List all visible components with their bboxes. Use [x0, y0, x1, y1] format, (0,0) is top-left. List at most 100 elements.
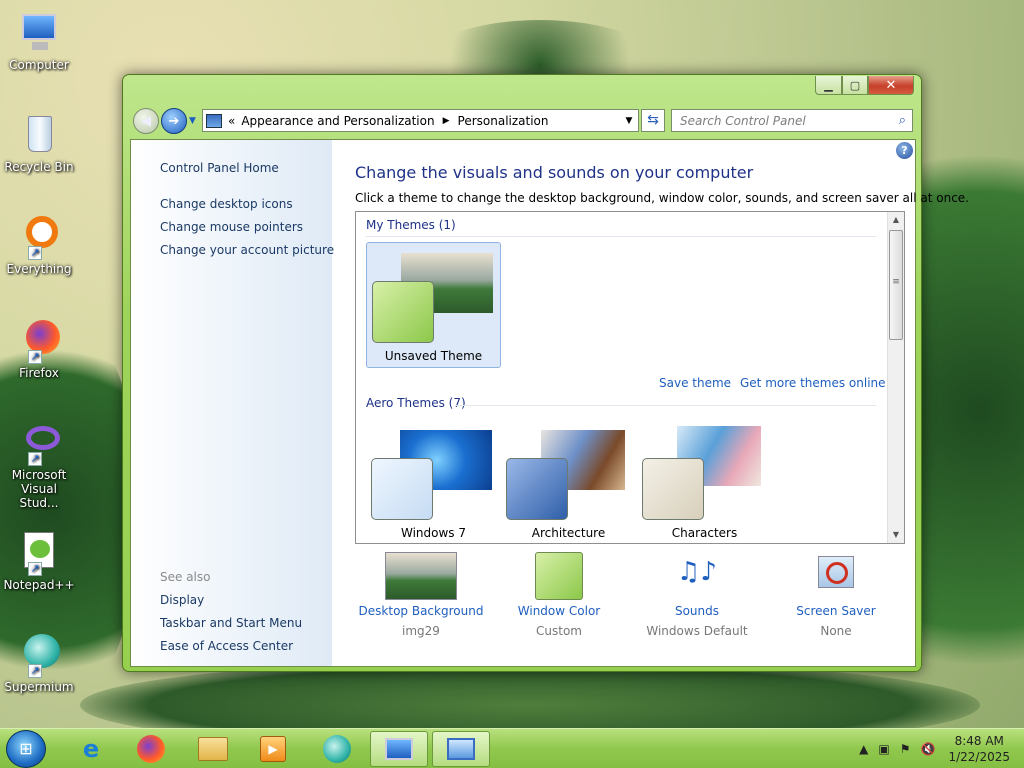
recent-pages-dropdown[interactable]: ▼ — [189, 116, 196, 126]
address-chevron[interactable]: « — [228, 114, 235, 128]
desktop-icon-label: Recycle Bin — [4, 160, 74, 174]
sidebar-ease-of-access[interactable]: Ease of Access Center — [160, 639, 293, 653]
monitor-icon — [385, 738, 413, 760]
screen-saver-icon — [812, 552, 860, 600]
search-placeholder: Search Control Panel — [680, 114, 806, 128]
help-icon[interactable]: ? — [896, 142, 913, 159]
clock-date: 1/22/2025 — [948, 750, 1010, 764]
volume-muted-icon[interactable]: 🔇 — [921, 742, 936, 756]
taskbar-supermium[interactable] — [308, 731, 366, 767]
address-bar[interactable]: « Appearance and Personalization ▶ Perso… — [202, 109, 639, 132]
group-divider — [456, 405, 876, 406]
breadcrumb-appearance[interactable]: Appearance and Personalization — [241, 114, 434, 128]
clock[interactable]: 8:48 AM 1/22/2025 — [948, 733, 1010, 765]
minimize-button[interactable]: ▁ — [815, 76, 842, 95]
action-center-flag-icon[interactable]: ⚑ — [900, 742, 911, 756]
desktop-icon-everything[interactable]: ↗ Everything — [1, 214, 77, 276]
theme-name: Windows 7 — [400, 526, 466, 540]
desktop-icon-supermium[interactable]: ↗ Supermium — [1, 632, 77, 694]
theme-color-swatch — [642, 458, 704, 520]
system-tray: ▲ ▣ ⚑ 🔇 8:48 AM 1/22/2025 — [854, 729, 1024, 768]
maximize-button[interactable]: ▢ — [842, 76, 868, 95]
desktop-icon-computer[interactable]: Computer — [1, 10, 77, 72]
shortcut-arrow-icon: ↗ — [28, 350, 42, 364]
desktop-background-setting[interactable]: Desktop Background img29 — [351, 552, 491, 638]
theme-windows-7[interactable]: Windows 7 — [366, 418, 501, 543]
theme-characters[interactable]: Characters — [637, 418, 772, 543]
window-color-setting[interactable]: Window Color Custom — [489, 552, 629, 638]
taskbar-control-panel[interactable] — [432, 731, 490, 767]
desktop-icon-label: Supermium — [4, 680, 74, 694]
screen-saver-setting[interactable]: Screen Saver None — [766, 552, 906, 638]
theme-architecture[interactable]: Architecture — [501, 418, 636, 543]
my-themes-label: My Themes (1) — [366, 218, 456, 232]
theme-name: Architecture — [531, 526, 606, 540]
scroll-up-icon[interactable]: ▲ — [888, 212, 904, 228]
sounds-link[interactable]: Sounds — [627, 604, 767, 618]
window-color-value: Custom — [536, 624, 582, 638]
taskbar-internet-explorer[interactable]: e — [62, 731, 120, 767]
search-icon[interactable]: ⌕ — [899, 113, 906, 128]
get-more-themes-link[interactable]: Get more themes online — [740, 376, 886, 390]
desktop-icon-label: Computer — [9, 58, 69, 72]
page-subtitle: Click a theme to change the desktop back… — [355, 191, 969, 205]
supermium-icon: ↗ — [16, 632, 62, 678]
sidebar-taskbar-start-menu[interactable]: Taskbar and Start Menu — [160, 616, 302, 630]
media-player-icon: ▶ — [260, 736, 286, 762]
theme-color-swatch — [372, 281, 434, 343]
desktop-icon-recycle-bin[interactable]: Recycle Bin — [1, 112, 77, 174]
sounds-setting[interactable]: ♫♪ Sounds Windows Default — [627, 552, 767, 638]
desktop-icon-label: Everything — [6, 262, 72, 276]
breadcrumb-personalization[interactable]: Personalization — [458, 114, 549, 128]
scroll-thumb[interactable]: ≡ — [889, 230, 903, 340]
network-icon[interactable]: ▣ — [878, 742, 889, 756]
control-panel-icon — [447, 738, 475, 760]
breadcrumb-separator-icon[interactable]: ▶ — [443, 116, 450, 126]
desktop-icon-visual-studio[interactable]: ↗ Microsoft Visual Stud... — [1, 420, 77, 510]
desktop-icon-notepadpp[interactable]: ↗ Notepad++ — [1, 530, 77, 592]
firefox-icon — [137, 735, 165, 763]
desktop-icon-label: Notepad++ — [3, 578, 75, 592]
scroll-down-icon[interactable]: ▼ — [888, 527, 904, 543]
taskbar-display-properties[interactable] — [370, 731, 428, 767]
shortcut-arrow-icon: ↗ — [28, 452, 42, 466]
theme-unsaved[interactable]: Unsaved Theme — [366, 242, 501, 368]
close-button[interactable]: ✕ — [868, 76, 914, 95]
screen-saver-value: None — [820, 624, 852, 638]
shortcut-arrow-icon: ↗ — [28, 664, 42, 678]
address-dropdown-icon[interactable]: ▼ — [620, 116, 638, 126]
group-divider — [366, 236, 876, 237]
refresh-button[interactable]: ⇆ — [641, 109, 665, 132]
save-theme-link[interactable]: Save theme — [659, 376, 731, 390]
screen-saver-link[interactable]: Screen Saver — [766, 604, 906, 618]
sidebar-change-desktop-icons[interactable]: Change desktop icons — [160, 197, 293, 211]
back-button[interactable]: ◀ — [133, 108, 159, 134]
search-input[interactable]: Search Control Panel ⌕ — [671, 109, 913, 132]
theme-color-swatch — [506, 458, 568, 520]
caption-buttons: ▁ ▢ ✕ — [815, 76, 914, 95]
aero-themes-label: Aero Themes (7) — [366, 396, 466, 410]
window-color-link[interactable]: Window Color — [489, 604, 629, 618]
sidebar-change-mouse-pointers[interactable]: Change mouse pointers — [160, 220, 303, 234]
taskbar-firefox[interactable] — [122, 731, 180, 767]
folder-icon — [198, 737, 228, 761]
start-button[interactable]: ⊞ — [6, 730, 46, 768]
control-panel-icon — [206, 113, 222, 128]
desktop-background-link[interactable]: Desktop Background — [351, 604, 491, 618]
forward-button[interactable]: ➔ — [161, 108, 187, 134]
desktop-icon-firefox[interactable]: ↗ Firefox — [1, 318, 77, 380]
everything-icon: ↗ — [16, 214, 62, 260]
sidebar-control-panel-home[interactable]: Control Panel Home — [160, 161, 279, 175]
personalization-window: ▁ ▢ ✕ ◀ ➔ ▼ « Appearance and Personaliza… — [122, 74, 969, 672]
notepad-plus-plus-icon: ↗ — [16, 530, 62, 576]
sidebar-change-account-picture[interactable]: Change your account picture — [160, 243, 334, 257]
taskbar-file-explorer[interactable] — [184, 731, 242, 767]
show-hidden-icons-button[interactable]: ▲ — [859, 742, 868, 756]
taskbar-media-player[interactable]: ▶ — [244, 731, 302, 767]
theme-list[interactable]: My Themes (1) Unsaved Theme Save theme G… — [355, 211, 905, 544]
firefox-icon: ↗ — [16, 318, 62, 364]
taskbar: ⊞ e ▶ ▲ ▣ ⚑ 🔇 8:48 AM 1/22/2025 — [0, 728, 1024, 768]
sidebar-display[interactable]: Display — [160, 593, 204, 607]
shortcut-arrow-icon: ↗ — [28, 246, 42, 260]
vertical-scrollbar[interactable]: ▲ ≡ ▼ — [887, 212, 904, 543]
